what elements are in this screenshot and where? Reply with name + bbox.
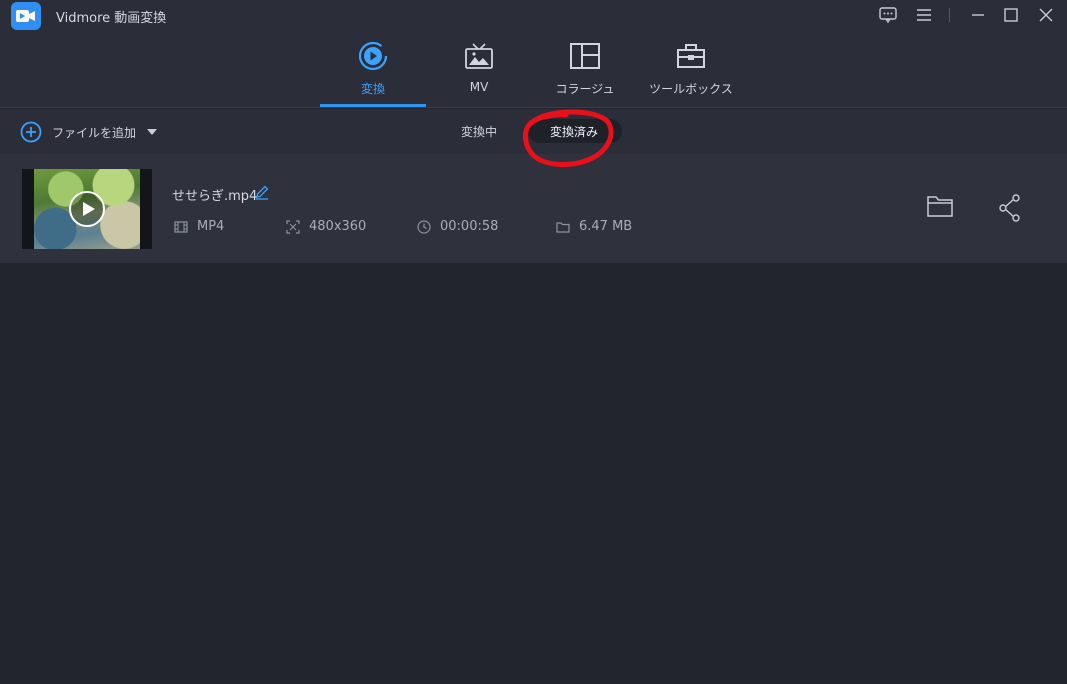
title-bar: Vidmore 動画変換 変換 MV コラージュ ツールボックス — [0, 0, 1067, 108]
play-icon[interactable] — [69, 191, 105, 227]
maximize-icon[interactable] — [998, 3, 1024, 27]
tab-collage-label: コラージュ — [555, 82, 615, 96]
video-thumbnail[interactable] — [22, 169, 152, 249]
minimize-icon[interactable] — [965, 3, 991, 27]
share-icon[interactable] — [998, 194, 1022, 222]
tab-mv-label: MV — [469, 80, 489, 94]
tab-collage[interactable]: コラージュ — [532, 38, 638, 108]
window-controls-divider — [949, 8, 950, 22]
sub-toolbar: ファイルを追加 変換中 変換済み — [0, 109, 1067, 154]
add-file-button[interactable]: ファイルを追加 — [20, 121, 158, 143]
edit-pencil-icon[interactable] — [254, 184, 270, 200]
tab-toolbox[interactable]: ツールボックス — [638, 38, 744, 108]
menu-icon[interactable] — [911, 3, 937, 27]
size-value: 6.47 MB — [579, 219, 633, 234]
video-camera-logo-icon — [11, 2, 41, 30]
file-list-row[interactable]: せせらぎ.mp4 MP4 480x360 00:00:58 6.47 MB — [0, 154, 1067, 263]
format-info: MP4 — [174, 219, 224, 234]
chevron-down-icon[interactable] — [147, 128, 158, 136]
collage-icon — [569, 38, 601, 74]
feedback-icon[interactable] — [875, 3, 901, 27]
open-folder-icon[interactable] — [926, 194, 954, 218]
subtab-converting[interactable]: 変換中 — [461, 123, 497, 140]
duration-info: 00:00:58 — [417, 219, 498, 234]
app-title: Vidmore 動画変換 — [56, 11, 167, 26]
add-circle-icon — [20, 121, 42, 143]
file-name: せせらぎ.mp4 — [172, 189, 258, 204]
size-info: 6.47 MB — [556, 219, 632, 234]
add-file-label: ファイルを追加 — [52, 125, 137, 140]
tab-convert[interactable]: 変換 — [320, 38, 426, 108]
active-tab-indicator — [320, 104, 426, 107]
format-value: MP4 — [197, 219, 225, 234]
film-icon — [174, 220, 188, 233]
clock-icon — [417, 219, 431, 234]
resolution-value: 480x360 — [309, 219, 367, 234]
duration-value: 00:00:58 — [440, 219, 499, 234]
toolbox-icon — [675, 38, 707, 74]
resolution-info: 480x360 — [286, 219, 366, 234]
resolution-icon — [286, 219, 300, 234]
subtab-converted[interactable]: 変換済み — [550, 123, 598, 140]
tab-convert-label: 変換 — [360, 82, 385, 96]
file-list-empty-area — [0, 263, 1067, 684]
convert-icon — [357, 38, 389, 74]
close-icon[interactable] — [1033, 3, 1059, 27]
tab-mv[interactable]: MV — [426, 38, 532, 108]
mv-tv-icon — [463, 38, 495, 74]
folder-small-icon — [556, 221, 570, 233]
tab-toolbox-label: ツールボックス — [649, 82, 733, 96]
